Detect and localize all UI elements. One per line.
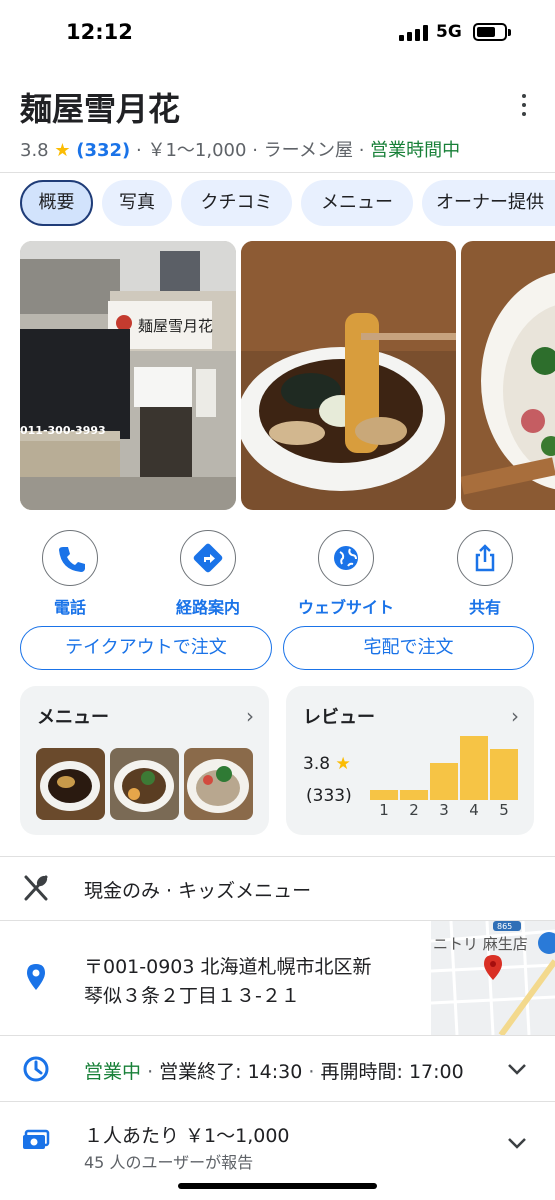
- review-card-title: レビュー: [303, 707, 375, 728]
- storefront-photo[interactable]: 麺屋雪月花 011-300-3993: [20, 241, 236, 510]
- reopen-time: 再開時間: 17:00: [320, 1061, 464, 1083]
- status-bar: 12:12 5G: [0, 0, 555, 66]
- price-per-person: １人あたり ￥1〜1,000: [84, 1125, 290, 1147]
- attributes-row: 現金のみ · キッズメニュー: [0, 857, 555, 920]
- more-options-icon[interactable]: [512, 92, 536, 118]
- menu-photo[interactable]: [36, 748, 105, 820]
- separator: ·: [136, 140, 142, 161]
- call-label: 電話: [53, 598, 86, 617]
- location-pin-icon: [27, 964, 45, 990]
- takeout-order-button[interactable]: テイクアウトで注文: [20, 626, 272, 670]
- place-title: 麺屋雪月花: [20, 90, 181, 128]
- star-icon: ★: [54, 140, 71, 161]
- price-row[interactable]: １人あたり ￥1〜1,000 45 人のユーザーが報告: [0, 1102, 555, 1182]
- review-rating-value: 3.8: [303, 754, 331, 774]
- ramen-photo[interactable]: [241, 241, 456, 510]
- review-count: (333): [306, 786, 352, 806]
- place-summary: 3.8 ★ (332) · ￥1〜1,000 · ラーメン屋 · 営業時間中: [20, 136, 460, 162]
- place-category: ラーメン屋: [263, 140, 353, 161]
- attributes-text: 現金のみ · キッズメニュー: [84, 880, 312, 902]
- chevron-right-icon: ›: [246, 704, 254, 728]
- review-rating: 3.8 ★: [303, 754, 351, 774]
- call-button[interactable]: 電話: [15, 530, 125, 618]
- price-reporters: 45 人のユーザーが報告: [84, 1153, 254, 1172]
- chevron-right-icon: ›: [511, 704, 519, 728]
- share-icon: [475, 543, 494, 571]
- tab-owner-provided[interactable]: オーナー提供: [422, 180, 555, 226]
- status-time: 12:12: [66, 20, 133, 44]
- fork-knife-icon: [24, 875, 48, 901]
- rating-bar-5: [490, 749, 518, 800]
- rating-value: 3.8: [20, 140, 49, 161]
- hours-row[interactable]: 営業中 · 営業終了: 14:30 · 再開時間: 17:00: [0, 1036, 555, 1101]
- battery-icon: [473, 23, 507, 41]
- storefront-sign-text: 麺屋雪月花: [138, 317, 213, 335]
- divider: [0, 172, 555, 173]
- share-label: 共有: [468, 598, 501, 617]
- rating-bar-label: 4: [469, 801, 479, 819]
- menu-card-title: メニュー: [37, 707, 109, 728]
- rating-bar-3: [430, 763, 458, 800]
- rating-bar-4: [460, 736, 488, 800]
- rating-bar-label: 3: [439, 801, 449, 819]
- website-button[interactable]: ウェブサイト: [291, 530, 401, 618]
- website-label: ウェブサイト: [297, 598, 394, 617]
- price-range: ￥1〜1,000: [147, 140, 247, 161]
- route-badge: 865: [497, 922, 512, 931]
- review-card[interactable]: レビュー › 3.8 ★ (333) 1 2 3 4 5: [286, 686, 534, 835]
- delivery-order-button[interactable]: 宅配で注文: [283, 626, 534, 670]
- star-icon: ★: [335, 754, 351, 774]
- hours-text: 営業中 · 営業終了: 14:30 · 再開時間: 17:00: [84, 1057, 464, 1084]
- battery-tip: [508, 29, 511, 36]
- tab-menu[interactable]: メニュー: [301, 180, 413, 226]
- separator: ·: [252, 140, 258, 161]
- share-button[interactable]: 共有: [430, 530, 540, 618]
- signal-icon: [399, 25, 429, 41]
- money-icon: [23, 1129, 50, 1149]
- clock-icon: [23, 1056, 49, 1082]
- open-status: 営業時間中: [370, 140, 461, 161]
- directions-icon: [193, 543, 222, 572]
- closing-time: 営業終了: 14:30: [159, 1061, 303, 1083]
- directions-label: 経路案内: [175, 598, 240, 617]
- address-line-2: 琴似３条２丁目１３-２１: [84, 985, 300, 1007]
- separator: ·: [147, 1061, 154, 1083]
- home-indicator[interactable]: [178, 1183, 377, 1189]
- map-label: ニトリ 麻生店: [433, 935, 528, 953]
- chevron-down-icon[interactable]: [506, 1136, 528, 1150]
- chevron-down-icon[interactable]: [506, 1062, 528, 1076]
- rating-bar-2: [400, 790, 428, 800]
- map-preview[interactable]: 865 ニトリ 麻生店: [431, 921, 555, 1035]
- storefront-phone-text: 011-300-3993: [20, 424, 106, 437]
- network-label: 5G: [436, 22, 462, 42]
- ramen-photo-2[interactable]: [461, 241, 555, 510]
- rating-bar-label: 5: [499, 801, 509, 819]
- separator: ·: [308, 1061, 315, 1083]
- tab-photos[interactable]: 写真: [102, 180, 172, 226]
- menu-photo[interactable]: [110, 748, 179, 820]
- menu-photo[interactable]: [184, 748, 253, 820]
- review-count-link[interactable]: (332): [76, 140, 130, 161]
- tab-overview[interactable]: 概要: [20, 180, 93, 226]
- rating-bar-1: [370, 790, 398, 800]
- rating-bar-label: 2: [409, 801, 419, 819]
- globe-icon: [333, 545, 358, 570]
- tab-reviews[interactable]: クチコミ: [181, 180, 292, 226]
- address-line-1: 〒001-0903 北海道札幌市北区新: [84, 956, 372, 978]
- separator: ·: [358, 140, 365, 161]
- rating-bar-label: 1: [379, 801, 389, 819]
- open-now-label: 営業中: [84, 1061, 142, 1083]
- phone-icon: [58, 546, 85, 572]
- rating-distribution: [370, 732, 520, 800]
- directions-button[interactable]: 経路案内: [153, 530, 263, 618]
- menu-card[interactable]: メニュー ›: [20, 686, 269, 835]
